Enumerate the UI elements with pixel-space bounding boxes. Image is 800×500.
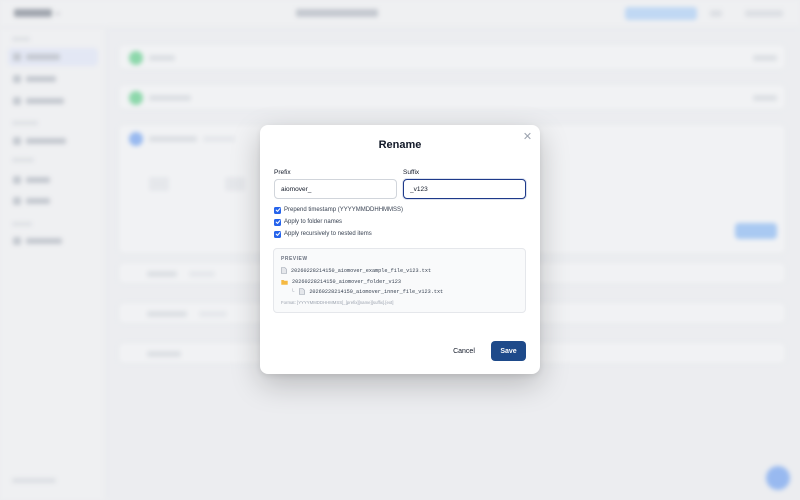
checkbox-checked-icon[interactable]	[274, 206, 281, 214]
apply-folder-names-checkbox[interactable]: Apply to folder names	[274, 218, 342, 226]
preview-item: 20260228214150_aiomover_example_file_v12…	[281, 267, 431, 274]
prefix-input[interactable]	[274, 179, 397, 199]
tree-branch-icon: └	[291, 288, 295, 295]
dialog-title: Rename	[378, 139, 422, 151]
checkbox-label: Apply recursively to nested items	[284, 231, 372, 237]
checkbox-label: Apply to folder names	[284, 219, 343, 225]
preview-panel: PREVIEW 20260228214150_aiomover_example_…	[273, 248, 526, 313]
preview-item-nested: └ 20260228214150_aiomover_inner_file_v12…	[291, 288, 444, 295]
prepend-timestamp-checkbox[interactable]: Prepend timestamp (YYYYMMDDHHMMSS)	[274, 206, 403, 214]
prefix-label: Prefix	[274, 169, 291, 176]
preview-heading: PREVIEW	[281, 256, 308, 262]
rename-dialog: ✕ Rename Prefix Suffix Prepend timestamp…	[260, 125, 540, 374]
suffix-input[interactable]	[403, 179, 526, 199]
save-button[interactable]: Save	[491, 341, 526, 361]
file-icon	[299, 288, 306, 295]
cancel-button[interactable]: Cancel	[444, 341, 484, 361]
checkbox-checked-icon[interactable]	[274, 230, 281, 238]
apply-recursively-checkbox[interactable]: Apply recursively to nested items	[274, 230, 372, 238]
file-icon	[281, 267, 287, 274]
checkbox-label: Prepend timestamp (YYYYMMDDHHMMSS)	[284, 207, 404, 213]
checkbox-checked-icon[interactable]	[274, 218, 281, 226]
preview-format-hint: Format: [YYYYMMDDHHMMSS]_[prefix][name][…	[281, 300, 394, 305]
folder-icon	[281, 279, 288, 285]
preview-item: 20260228214150_aiomover_folder_v123	[281, 278, 401, 285]
suffix-label: Suffix	[403, 169, 420, 176]
